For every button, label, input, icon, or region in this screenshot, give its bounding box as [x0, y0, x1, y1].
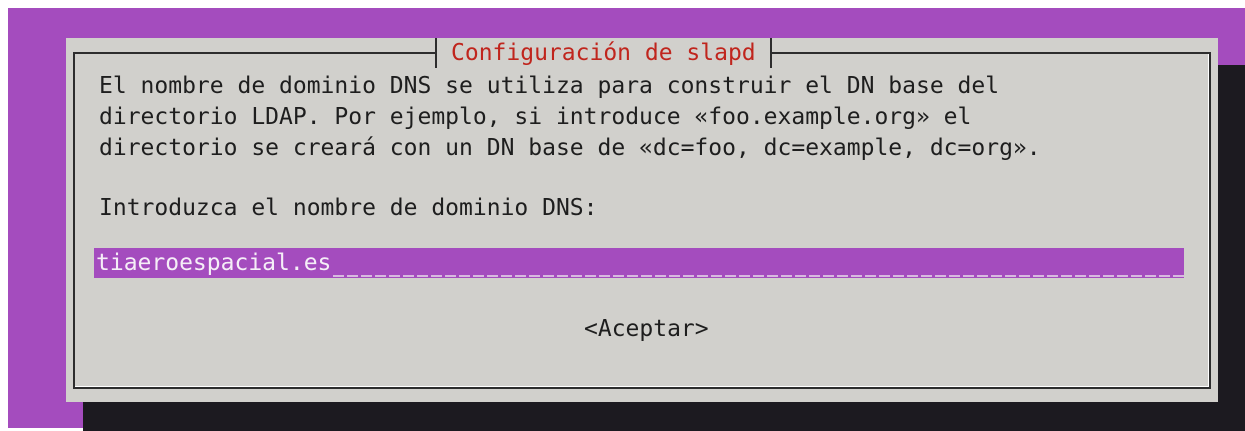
input-underline [333, 249, 1184, 277]
description-line: directorio se creará con un DN base de «… [99, 135, 1041, 161]
debconf-dialog: Configuración de slapd El nombre de domi… [66, 38, 1218, 402]
dialog-description: El nombre de dominio DNS se utiliza para… [99, 71, 1041, 164]
title-left-bracket [435, 38, 437, 68]
description-line: El nombre de dominio DNS se utiliza para… [99, 73, 1000, 99]
accept-button[interactable]: <Aceptar> [584, 314, 709, 344]
title-right-bracket [769, 38, 772, 68]
terminal-screen: Configuración de slapd El nombre de domi… [8, 8, 1245, 431]
dns-domain-input-value[interactable]: tiaeroespacial.es [94, 248, 331, 278]
dialog-title-bar: Configuración de slapd [435, 38, 772, 68]
dns-domain-input[interactable]: tiaeroespacial.es [94, 248, 1184, 278]
dialog-title: Configuración de slapd [451, 40, 756, 66]
description-line: directorio LDAP. Por ejemplo, si introdu… [99, 104, 972, 130]
domain-prompt-label: Introduzca el nombre de dominio DNS: [99, 195, 598, 221]
